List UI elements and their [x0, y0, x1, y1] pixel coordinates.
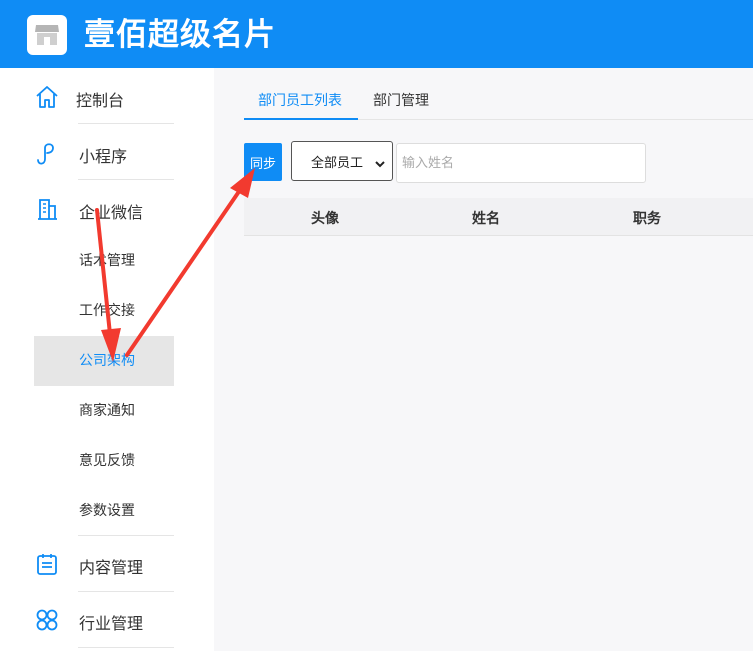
submenu-item-label: 公司架构 — [79, 353, 135, 369]
tab-department-staff-list[interactable]: 部门员工列表 — [244, 84, 358, 120]
tab-bar: 部门员工列表 部门管理 — [244, 84, 753, 120]
sidebar-item-industry-management[interactable]: 行业管理 — [0, 603, 214, 637]
submenu-item-work-handover[interactable]: 工作交接 — [34, 286, 174, 336]
clover-grid-icon — [34, 607, 60, 633]
sidebar-divider — [78, 647, 174, 648]
tab-department-management[interactable]: 部门管理 — [373, 84, 429, 120]
submenu-item-label: 意见反馈 — [79, 453, 135, 469]
department-select[interactable]: 全部员工 — [291, 141, 393, 181]
sidebar-divider — [78, 179, 174, 180]
top-header: 壹佰超级名片 — [0, 0, 753, 68]
submenu-item-merchant-notice[interactable]: 商家通知 — [34, 386, 174, 436]
calendar-list-icon — [34, 551, 60, 577]
column-header-position: 职务 — [633, 211, 661, 227]
table-header: 头像 姓名 职务 — [244, 198, 753, 236]
sidebar-item-label: 控制台 — [76, 91, 125, 110]
sidebar-item-content-management[interactable]: 内容管理 — [0, 547, 214, 581]
sidebar-item-mini-program[interactable]: 小程序 — [0, 136, 214, 170]
sidebar-divider — [78, 591, 174, 592]
department-select-value: 全部员工 — [311, 155, 364, 171]
sidebar-item-wecom[interactable]: 企业微信 — [0, 192, 214, 226]
submenu-item-script-management[interactable]: 话术管理 — [34, 236, 174, 286]
submenu-item-feedback[interactable]: 意见反馈 — [34, 436, 174, 486]
building-icon — [34, 196, 60, 222]
app-title: 壹佰超级名片 — [84, 17, 276, 53]
submenu-item-label: 话术管理 — [79, 253, 135, 269]
sidebar-item-label: 行业管理 — [79, 614, 144, 633]
submenu-item-parameter-settings[interactable]: 参数设置 — [34, 486, 174, 536]
mini-program-icon — [34, 140, 60, 166]
app-root: 壹佰超级名片 控制台 小程序 企业微信 话术管理 工作交接 公司架构 商家通知 — [0, 0, 753, 651]
name-search-input[interactable] — [396, 143, 646, 183]
home-icon — [34, 84, 60, 110]
sidebar-item-label: 小程序 — [79, 147, 128, 166]
submenu-item-label: 工作交接 — [79, 303, 135, 319]
storefront-icon — [27, 15, 67, 55]
sidebar-item-console[interactable]: 控制台 — [0, 80, 214, 114]
sidebar-item-label: 内容管理 — [79, 558, 144, 577]
column-header-name: 姓名 — [472, 211, 500, 227]
submenu-item-label: 商家通知 — [79, 403, 135, 419]
sync-button[interactable]: 同步 — [244, 143, 282, 181]
chevron-down-icon — [374, 155, 386, 168]
submenu-item-company-structure[interactable]: 公司架构 — [34, 336, 174, 386]
sidebar-item-label: 企业微信 — [79, 203, 144, 222]
sidebar-divider — [78, 123, 174, 124]
column-header-avatar: 头像 — [311, 211, 339, 227]
sidebar-divider — [78, 535, 174, 536]
submenu-item-label: 参数设置 — [79, 503, 135, 519]
